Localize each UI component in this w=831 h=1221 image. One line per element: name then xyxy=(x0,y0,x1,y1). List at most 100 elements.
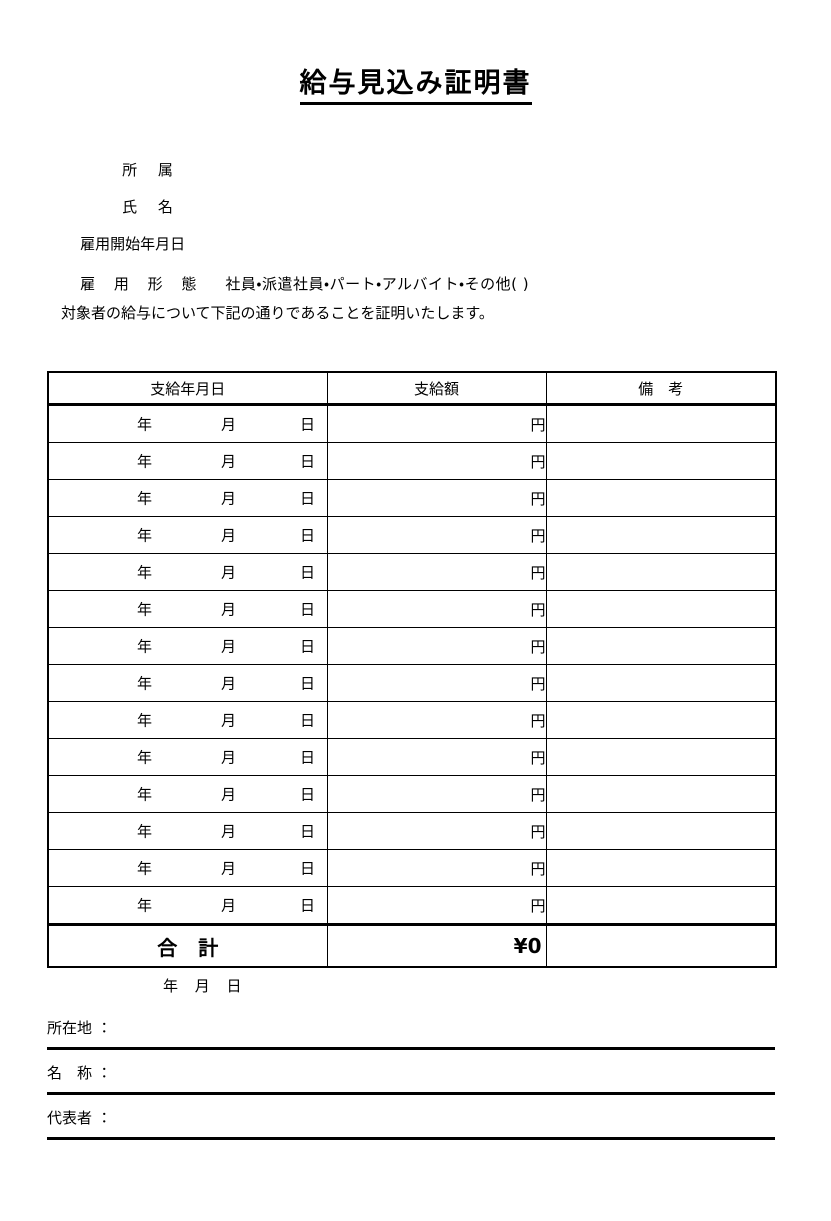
issuer-representative-row[interactable]: 代表者 ： xyxy=(47,1095,775,1140)
date-month-unit: 月 xyxy=(221,563,237,582)
cell-payment-date[interactable]: 年月日 xyxy=(47,404,328,443)
date-day-unit: 日 xyxy=(300,415,316,434)
payment-table: 支給年月日 支給額 備 考 年月日円年月日円年月日円年月日円年月日円年月日円年月… xyxy=(47,371,777,968)
cell-payment-amount[interactable]: 円 xyxy=(326,701,547,739)
date-month-unit: 月 xyxy=(221,415,237,434)
date-day-unit: 日 xyxy=(300,748,316,767)
table-row: 年 月 日円 xyxy=(47,442,777,480)
cell-remarks[interactable] xyxy=(545,849,777,887)
cell-payment-date[interactable]: 年月日 xyxy=(47,627,328,665)
column-header-payment-amount: 支給額 xyxy=(326,371,547,406)
amount-currency-unit: 円 xyxy=(530,896,546,915)
cell-remarks[interactable] xyxy=(545,479,777,517)
table-row: 年月日円 xyxy=(47,812,777,850)
date-day-unit: 日 xyxy=(300,711,316,730)
cell-payment-date[interactable]: 年月日 xyxy=(47,553,328,591)
cell-remarks[interactable] xyxy=(545,516,777,554)
table-row: 年月日円 xyxy=(47,849,777,887)
date-year-unit: 年 xyxy=(137,785,153,804)
issuer-name-row[interactable]: 名 称 ： xyxy=(47,1050,775,1095)
cell-payment-amount[interactable]: 円 xyxy=(326,775,547,813)
date-month-unit: 月 xyxy=(221,452,237,471)
date-day-unit: 日 xyxy=(300,563,316,582)
amount-currency-unit: 円 xyxy=(530,526,546,545)
cell-remarks[interactable] xyxy=(545,590,777,628)
cell-remarks[interactable] xyxy=(545,404,777,443)
total-amount: ¥0 xyxy=(326,923,547,968)
cell-payment-date[interactable]: 年月日 xyxy=(47,849,328,887)
date-month-unit: 月 xyxy=(221,748,237,767)
date-day-unit: 日 xyxy=(300,785,316,804)
date-year-unit: 年 xyxy=(137,637,153,656)
table-row: 年月日円 xyxy=(47,701,777,739)
date-month-unit: 月 xyxy=(221,637,237,656)
cell-payment-date[interactable]: 年月日 xyxy=(47,590,328,628)
table-row: 年月日円 xyxy=(47,516,777,554)
cell-payment-amount[interactable]: 円 xyxy=(326,479,547,517)
cell-payment-date[interactable]: 年月日 xyxy=(47,812,328,850)
amount-currency-unit: 円 xyxy=(530,748,546,767)
date-day-unit: 日 xyxy=(300,600,316,619)
cell-payment-amount[interactable]: 円 xyxy=(326,886,547,925)
table-row: 年月日円 xyxy=(47,590,777,628)
date-day-unit: 日 xyxy=(300,822,316,841)
cell-payment-amount[interactable]: 円 xyxy=(326,404,547,443)
column-header-payment-date: 支給年月日 xyxy=(47,371,328,406)
cell-payment-date[interactable]: 年月日 xyxy=(47,479,328,517)
date-year-unit: 年 xyxy=(137,489,153,508)
payment-table-header: 支給年月日 支給額 備 考 xyxy=(47,371,777,406)
cell-remarks[interactable] xyxy=(545,701,777,739)
cell-payment-date[interactable]: 年月日 xyxy=(47,701,328,739)
date-day-unit: 日 xyxy=(300,452,316,471)
cell-payment-amount[interactable]: 円 xyxy=(326,590,547,628)
table-row: 年月日円 xyxy=(47,553,777,591)
date-month-unit: 月 xyxy=(221,896,237,915)
date-year-unit: 年 xyxy=(137,859,153,878)
cell-remarks[interactable] xyxy=(545,664,777,702)
amount-currency-unit: 円 xyxy=(530,859,546,878)
cell-remarks[interactable] xyxy=(545,553,777,591)
cell-payment-date[interactable]: 年月日 xyxy=(47,886,328,925)
date-year-unit: 年 xyxy=(137,600,153,619)
date-year-unit: 年 xyxy=(137,452,153,471)
table-row: 年月日円 xyxy=(47,627,777,665)
date-day-unit: 日 xyxy=(300,674,316,693)
issuer-address-label: 所在地 ： xyxy=(47,1019,112,1037)
amount-currency-unit: 円 xyxy=(530,785,546,804)
cell-payment-date[interactable]: 年月日 xyxy=(47,664,328,702)
employment-type-label: 雇 用 形 態 xyxy=(80,274,204,293)
cell-payment-amount[interactable]: 円 xyxy=(326,516,547,554)
cell-payment-amount[interactable]: 円 xyxy=(326,553,547,591)
cell-remarks[interactable] xyxy=(545,886,777,925)
cell-remarks[interactable] xyxy=(545,627,777,665)
cell-payment-amount[interactable]: 円 xyxy=(326,738,547,776)
cell-payment-amount[interactable]: 円 xyxy=(326,664,547,702)
amount-currency-unit: 円 xyxy=(530,637,546,656)
cell-payment-amount[interactable]: 円 xyxy=(326,627,547,665)
cell-payment-date[interactable]: 年月日 xyxy=(47,516,328,554)
payment-table-body: 年月日円年月日円年月日円年月日円年月日円年月日円年月日円年月日円年月日円年月日円… xyxy=(47,404,777,968)
name-label: 氏 名 xyxy=(122,197,181,216)
cell-payment-amount[interactable]: 円 xyxy=(326,812,547,850)
date-month-unit: 月 xyxy=(221,859,237,878)
total-remarks[interactable] xyxy=(545,923,777,968)
cell-payment-amount[interactable]: 円 xyxy=(326,849,547,887)
cell-payment-date[interactable]: 年月日 xyxy=(47,775,328,813)
cell-payment-amount[interactable]: 円 xyxy=(326,442,547,480)
cell-remarks[interactable] xyxy=(545,775,777,813)
date-year-unit: 年 xyxy=(137,711,153,730)
cell-payment-date[interactable]: 年月日 xyxy=(47,442,328,480)
issuer-address-row[interactable]: 所在地 ： xyxy=(47,1005,775,1050)
cell-remarks[interactable] xyxy=(545,812,777,850)
table-row: 年月日円 xyxy=(47,479,777,517)
employment-type-field: 雇 用 形 態 社員・派遣社員・パート・アルバイト・その他( ) xyxy=(61,259,831,309)
date-day-unit: 日 xyxy=(300,526,316,545)
cell-payment-date[interactable]: 年月日 xyxy=(47,738,328,776)
page-title: 給与見込み証明書 xyxy=(299,68,532,106)
date-month-unit: 月 xyxy=(221,526,237,545)
cell-remarks[interactable] xyxy=(545,442,777,480)
date-day-unit: 日 xyxy=(300,637,316,656)
date-year-unit: 年 xyxy=(137,526,153,545)
table-row: 年月日 円 xyxy=(47,775,777,813)
cell-remarks[interactable] xyxy=(545,738,777,776)
